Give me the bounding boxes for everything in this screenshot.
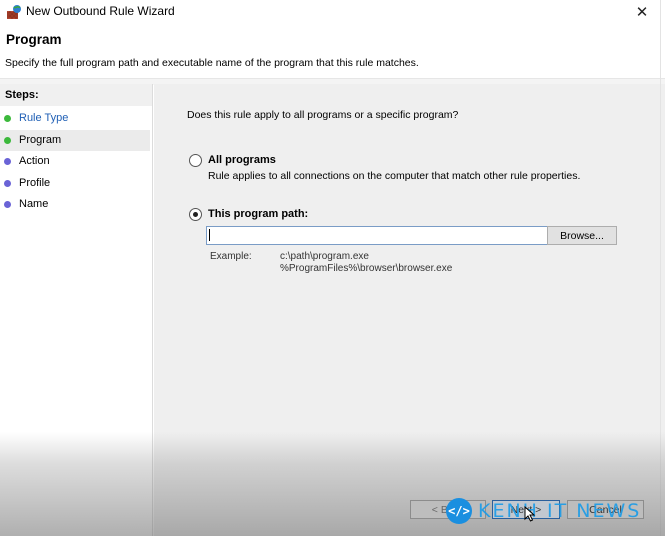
example-path-2: %ProgramFiles%\browser\browser.exe (280, 263, 453, 274)
step-label: Name (19, 198, 49, 210)
page-subtitle: Specify the full program path and execut… (5, 57, 419, 69)
example-path-1: c:\path\program.exe (280, 251, 369, 262)
program-path-radio[interactable] (189, 208, 202, 221)
step-label: Profile (19, 177, 51, 189)
step-profile: Profile (0, 173, 150, 194)
step-status-dot-icon (4, 115, 11, 122)
step-action: Action (0, 151, 150, 172)
text-caret (209, 229, 210, 241)
question-text: Does this rule apply to all programs or … (187, 109, 459, 121)
program-path-input[interactable] (206, 226, 549, 245)
step-program[interactable]: Program (0, 130, 150, 151)
step-name: Name (0, 194, 150, 215)
all-programs-label[interactable]: All programs (208, 154, 276, 166)
browse-button[interactable]: Browse... (547, 226, 617, 245)
step-label: Rule Type (19, 112, 69, 124)
step-label: Action (19, 155, 50, 167)
step-rule-type[interactable]: Rule Type (0, 108, 150, 129)
all-programs-radio[interactable] (189, 154, 202, 167)
close-button[interactable]: ✕ (619, 0, 665, 24)
steps-heading: Steps: (0, 84, 152, 106)
back-button[interactable]: < Back (410, 500, 486, 519)
program-path-label[interactable]: This program path: (208, 208, 308, 220)
window-title: New Outbound Rule Wizard (26, 4, 175, 18)
wizard-header: Program Specify the full program path an… (0, 24, 665, 78)
window-border (660, 0, 661, 536)
all-programs-description: Rule applies to all connections on the c… (208, 170, 581, 182)
next-button[interactable]: Next > (492, 500, 560, 519)
step-status-dot-icon (4, 158, 11, 165)
cancel-button[interactable]: Cancel (567, 500, 644, 519)
step-status-dot-icon (4, 201, 11, 208)
page-title: Program (6, 32, 62, 47)
steps-sidebar: Steps: Rule Type Program Action Profile … (0, 84, 153, 536)
example-label: Example: (210, 251, 252, 262)
step-status-dot-icon (4, 180, 11, 187)
wizard-content: Does this rule apply to all programs or … (154, 84, 665, 536)
firewall-icon (7, 5, 21, 19)
step-status-dot-icon (4, 137, 11, 144)
title-bar: New Outbound Rule Wizard ✕ (0, 0, 665, 24)
close-icon: ✕ (635, 4, 649, 21)
step-label: Program (19, 134, 62, 146)
